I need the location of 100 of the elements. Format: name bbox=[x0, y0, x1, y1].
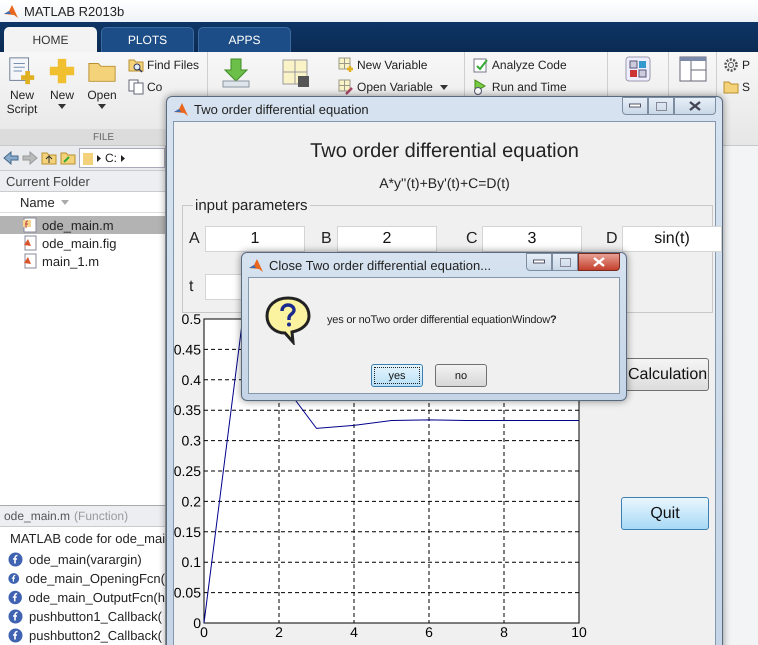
function-icon bbox=[8, 590, 22, 605]
axis-tick-label: 0.05 bbox=[174, 584, 201, 601]
dialog-title: Close Two order differential equation... bbox=[269, 258, 492, 272]
ribbon-button[interactable]: P bbox=[720, 56, 752, 74]
minimize-button[interactable] bbox=[622, 97, 648, 115]
ribbon-tab[interactable]: HOME bbox=[4, 27, 97, 52]
axis-tick-label: 0.45 bbox=[174, 341, 201, 358]
ribbon-button[interactable]: Run and Time bbox=[470, 78, 569, 96]
function-item[interactable]: ode_main_OpeningFcn( bbox=[0, 569, 165, 588]
grid-save-icon bbox=[282, 58, 310, 88]
parameter-label: C bbox=[466, 230, 476, 248]
axis-tick-label: 0.35 bbox=[174, 402, 201, 418]
ribbon-tab[interactable]: PLOTS bbox=[101, 27, 194, 52]
import-arrow-icon bbox=[222, 58, 250, 88]
function-icon bbox=[8, 571, 20, 586]
matlab-logo-icon bbox=[173, 101, 189, 117]
layout-icon bbox=[678, 56, 707, 82]
matlab-file-icon bbox=[22, 253, 38, 269]
matlab-logo-icon bbox=[3, 3, 19, 19]
parameter-label: A bbox=[189, 230, 199, 248]
parameter-field[interactable]: 1 bbox=[205, 226, 305, 252]
ribbon-button[interactable]: S bbox=[720, 78, 752, 96]
maximize-icon bbox=[656, 102, 666, 110]
axis-tick-label: 4 bbox=[350, 624, 358, 638]
gear-icon bbox=[722, 57, 739, 73]
dialog-button[interactable]: yes bbox=[371, 364, 423, 387]
back-arrow-icon[interactable] bbox=[3, 151, 19, 165]
close-icon bbox=[593, 257, 605, 267]
parameter-label: t bbox=[189, 278, 194, 296]
maximize-icon bbox=[560, 258, 570, 266]
ribbon-button[interactable]: New Variable bbox=[336, 56, 430, 74]
documents-icon bbox=[128, 79, 144, 95]
axis-tick-label: 0.3 bbox=[182, 432, 201, 449]
matlab-logo-icon bbox=[248, 257, 264, 273]
parameter-field[interactable]: 3 bbox=[482, 226, 582, 252]
ribbon-button[interactable]: Find Files bbox=[126, 56, 202, 74]
push-button[interactable]: Quit bbox=[621, 497, 709, 530]
axis-tick-label: 0 bbox=[193, 615, 201, 631]
question-bubble-icon bbox=[263, 295, 313, 345]
file-row[interactable]: main_1.m bbox=[0, 252, 165, 270]
function-item[interactable]: ode_main_OutputFcn(h bbox=[0, 588, 165, 607]
axis-tick-label: 10 bbox=[571, 624, 587, 638]
app-title: MATLAB R2013b bbox=[24, 4, 124, 18]
dialog-button[interactable]: no bbox=[435, 364, 487, 387]
axis-tick-label: 0.15 bbox=[174, 524, 201, 540]
axis-tick-label: 0.5 bbox=[182, 313, 201, 327]
matlab-file-icon bbox=[22, 235, 38, 251]
axis-tick-label: 8 bbox=[500, 624, 508, 638]
dialog-message: yes or noTwo order differential equationWindow? bbox=[327, 314, 556, 326]
column-header[interactable]: Name bbox=[20, 194, 69, 210]
path-field[interactable]: C: bbox=[79, 148, 165, 168]
minimize-icon bbox=[533, 259, 545, 265]
axis-tick-label: 0.2 bbox=[182, 493, 201, 510]
details-file-type: (Function) bbox=[74, 509, 128, 523]
close-icon bbox=[689, 101, 701, 111]
window-title: Two order differential equation bbox=[194, 102, 370, 116]
plus-icon bbox=[47, 56, 77, 86]
ribbon-button[interactable]: New bbox=[46, 56, 78, 129]
close-button[interactable] bbox=[674, 97, 716, 115]
folder-up-icon[interactable] bbox=[41, 151, 57, 165]
file-row[interactable]: ode_main.fig bbox=[0, 234, 165, 252]
parameter-field[interactable]: sin(t) bbox=[622, 226, 722, 252]
axis-tick-label: 6 bbox=[425, 624, 433, 638]
grid-plus-icon bbox=[338, 57, 354, 73]
ribbon-button[interactable]: Analyze Code bbox=[470, 56, 569, 74]
chevron-icon bbox=[97, 154, 101, 162]
folder-search-icon bbox=[128, 57, 144, 73]
function-item[interactable]: pushbutton2_Callback( bbox=[0, 626, 165, 645]
axis-tick-label: 0.1 bbox=[182, 554, 201, 570]
function-icon bbox=[8, 552, 23, 567]
close-button[interactable] bbox=[578, 253, 620, 271]
grid-pencil-icon bbox=[338, 79, 354, 95]
axis-tick-label: 0.4 bbox=[182, 372, 201, 388]
block-diagram-icon bbox=[624, 56, 651, 82]
chevron-icon bbox=[121, 154, 125, 162]
file-description: MATLAB code for ode_mai bbox=[9, 530, 165, 548]
axis-tick-label: 2 bbox=[275, 624, 283, 638]
panel-title: input parameters bbox=[193, 197, 310, 214]
document-check-icon bbox=[472, 57, 489, 73]
ribbon-button[interactable]: Open bbox=[86, 56, 118, 129]
folder-icon bbox=[83, 151, 93, 165]
new-script-icon bbox=[7, 56, 37, 86]
equation-text: A*y''(t)+By'(t)+C=D(t) bbox=[378, 175, 511, 191]
function-item[interactable]: pushbutton1_Callback( bbox=[0, 607, 165, 626]
ribbon-tab[interactable]: APPS bbox=[198, 27, 291, 52]
figure-heading: Two order differential equation bbox=[309, 140, 580, 163]
axis-tick-label: 0 bbox=[200, 624, 208, 638]
minimize-icon bbox=[629, 103, 641, 109]
folder-icon bbox=[722, 79, 739, 95]
file-row[interactable]: ode_main.m bbox=[0, 216, 165, 234]
ribbon-button[interactable]: Co bbox=[126, 78, 164, 96]
minimize-button[interactable] bbox=[526, 253, 552, 271]
function-file-icon bbox=[22, 217, 38, 233]
parameter-label: D bbox=[606, 230, 616, 248]
panel-title: Current Folder bbox=[0, 171, 165, 192]
parameter-field[interactable]: 2 bbox=[337, 226, 437, 252]
details-file-name: ode_main.m bbox=[4, 509, 70, 523]
axis-tick-label: 0.25 bbox=[174, 463, 201, 479]
function-item[interactable]: ode_main(varargin) bbox=[0, 550, 165, 569]
ribbon-button[interactable]: New Script bbox=[6, 56, 38, 129]
